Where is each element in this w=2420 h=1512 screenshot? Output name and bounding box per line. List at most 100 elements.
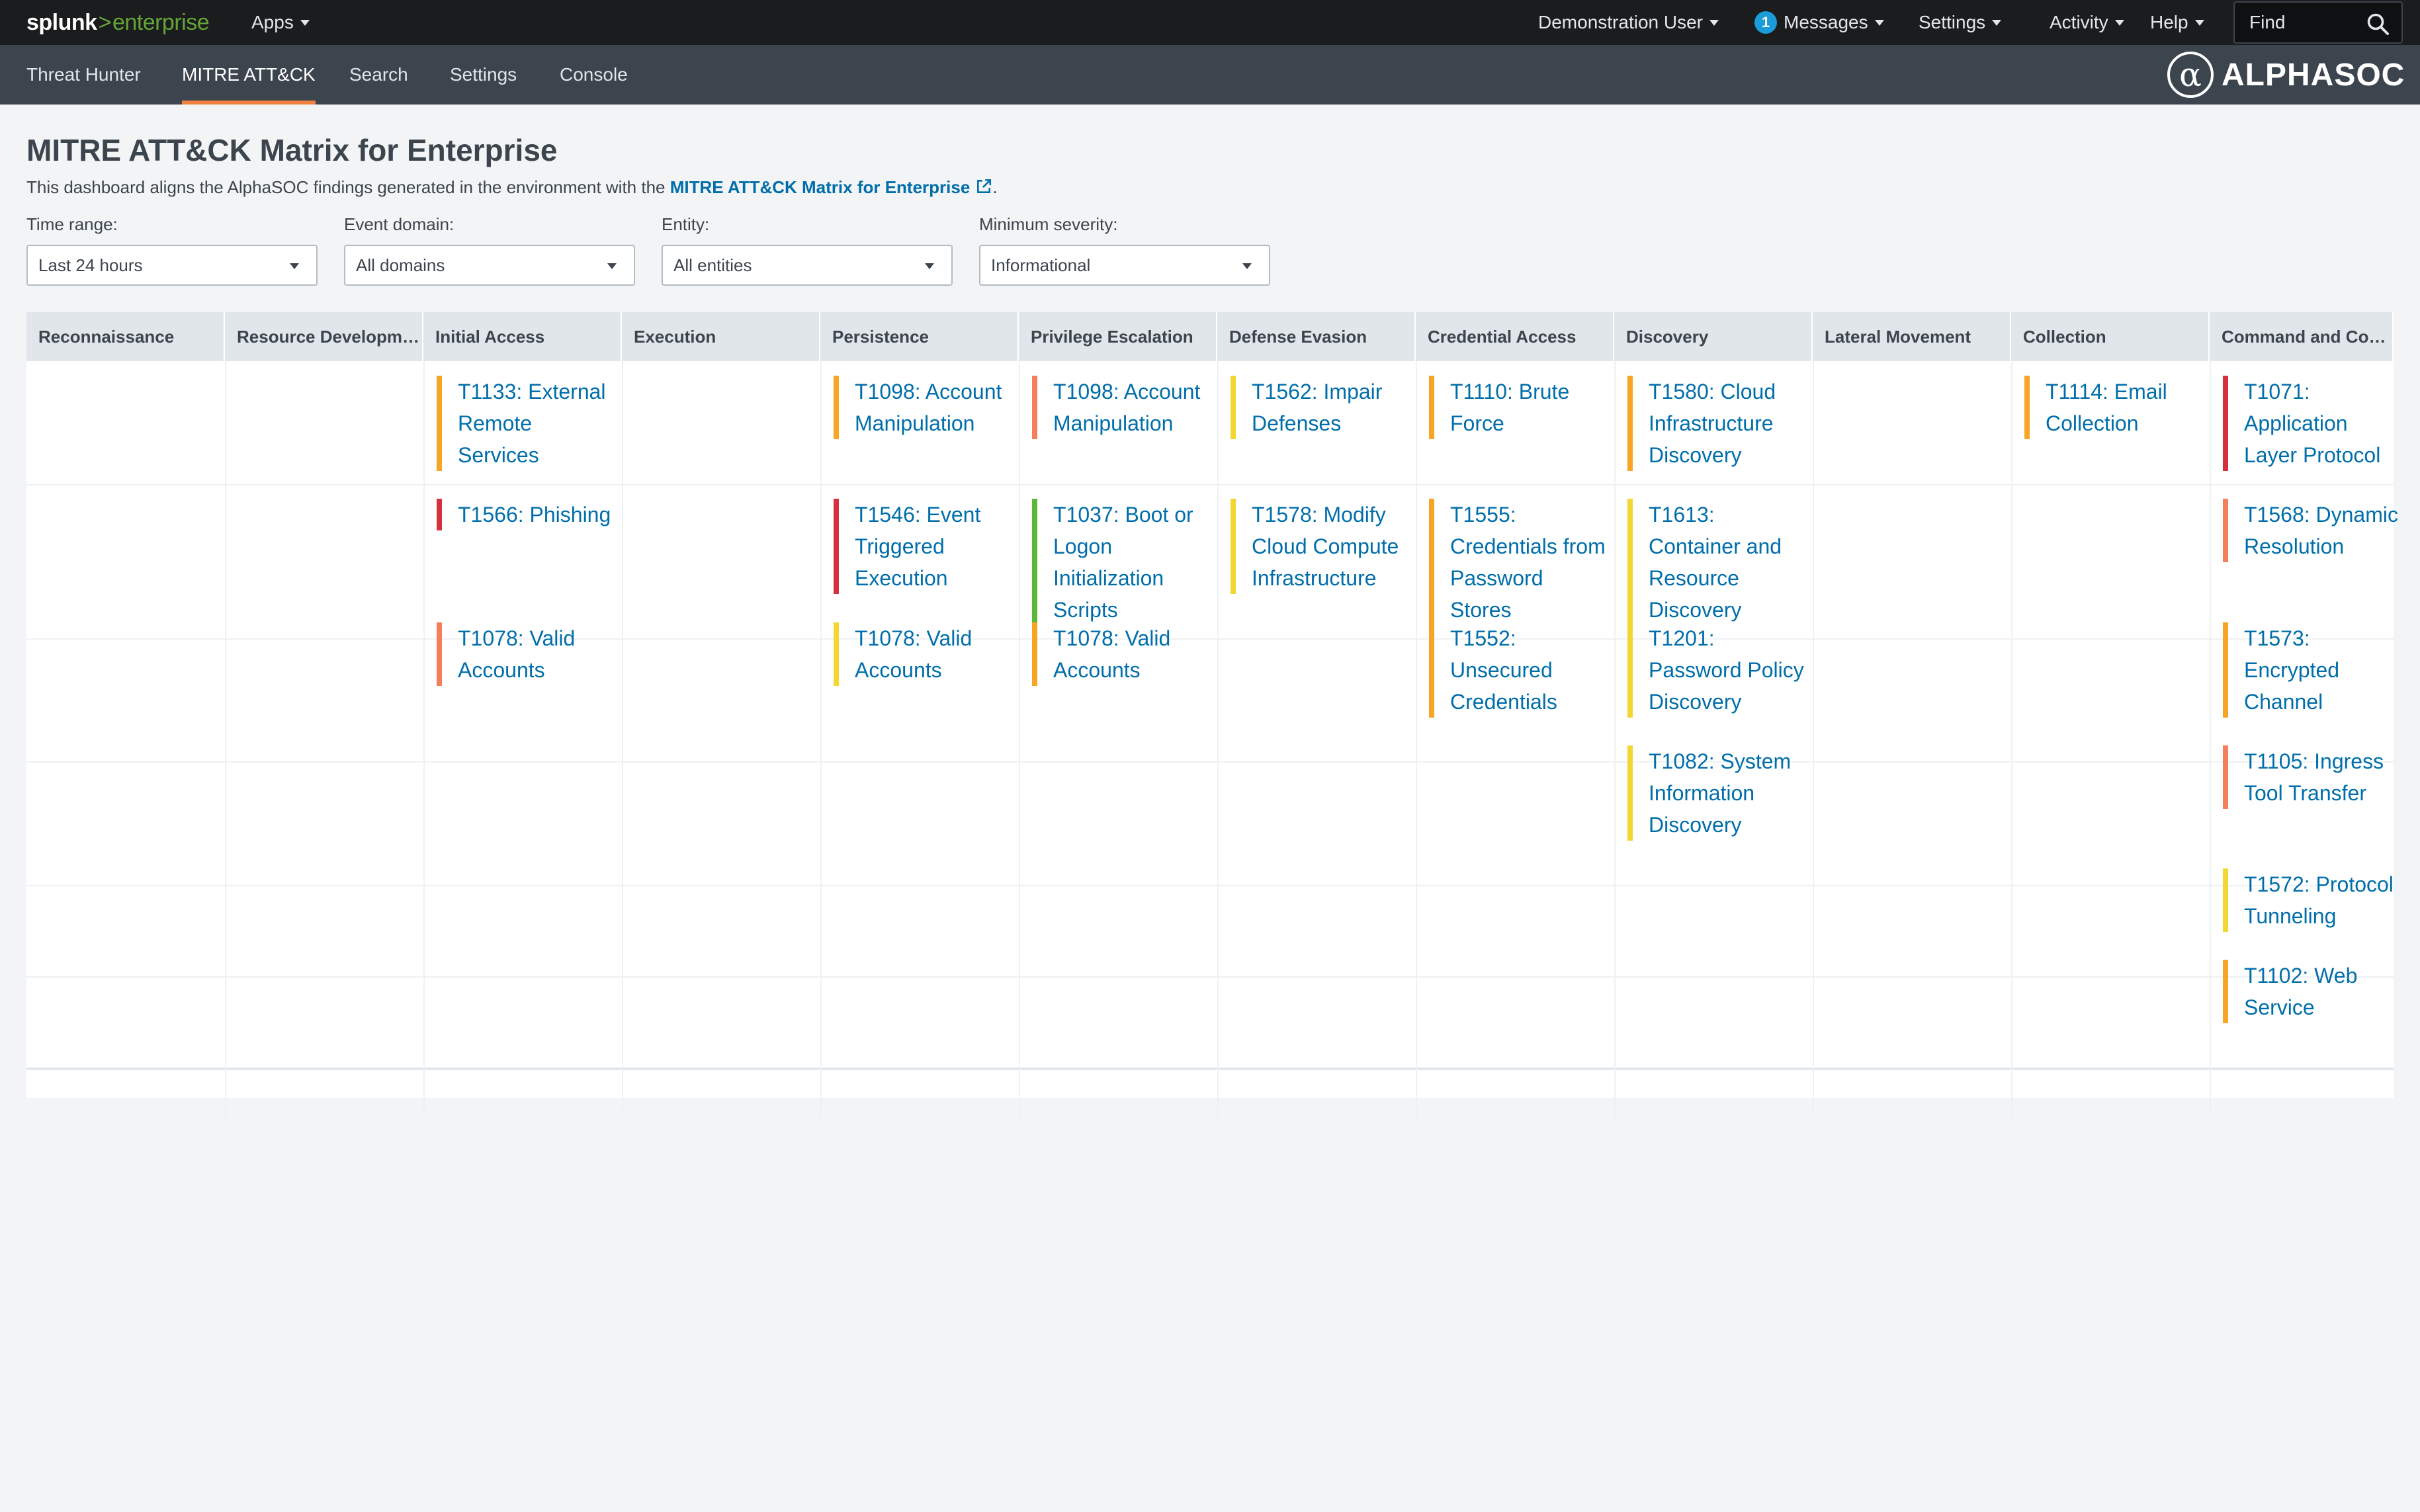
apps-menu[interactable]: Apps [251,0,310,45]
column-header: Resource Development [225,312,423,361]
splunk-logo-separator: > [98,9,112,35]
alphasoc-wordmark: ALPHASOC [2222,57,2405,93]
chevron-down-icon [1992,19,2002,26]
technique-link[interactable]: T1573: Encrypted Channel [2223,622,2401,718]
chevron-down-icon [2114,19,2124,26]
technique-link[interactable]: T1578: Modify Cloud Compute Infrastructu… [1231,499,1409,594]
alphasoc-logo: α ALPHASOC [2167,45,2405,105]
technique-link[interactable]: T1552: Unsecured Credentials [1429,622,1608,718]
technique-link[interactable]: T1102: Web Service [2223,960,2401,1023]
column-header: Discovery [1614,312,1813,361]
messages-count-badge: 1 [1754,11,1777,34]
column-divider [820,361,822,1118]
chevron-down-icon [607,263,617,269]
min-severity-label: Minimum severity: [979,214,1118,234]
user-menu[interactable]: Demonstration User [1538,0,1719,45]
min-severity-input: Minimum severity: Informational [979,214,1270,286]
mitre-matrix-table: Reconnaissance Resource Development Initia… [26,312,2398,1118]
time-range-label: Time range: [26,214,118,234]
tab-threat-hunter[interactable]: Threat Hunter [26,45,141,105]
user-menu-label: Demonstration User [1538,12,1703,32]
technique-link[interactable]: T1546: Event Triggered Execution [834,499,1012,594]
technique-link[interactable]: T1098: Account Manipulation [834,376,1012,439]
tab-search[interactable]: Search [349,45,408,105]
technique-link[interactable]: T1071: Application Layer Protocol [2223,376,2401,471]
technique-link[interactable]: T1078: Valid Accounts [437,622,615,686]
find-placeholder: Find [2249,12,2286,32]
column-header: Defense Evasion [1217,312,1416,361]
apps-menu-label: Apps [251,12,294,32]
description-suffix: . [992,177,998,197]
column-header: Command and Control [2210,312,2394,361]
help-menu[interactable]: Help [2150,0,2204,45]
entity-dropdown[interactable]: All entities [662,245,953,286]
technique-link[interactable]: T1580: Cloud Infrastructure Discovery [1627,376,1806,471]
matrix-bottom-border [26,1068,2394,1070]
chevron-down-icon [290,263,299,269]
technique-link[interactable]: T1082: System Information Discovery [1627,745,1806,841]
technique-link[interactable]: T1572: Protocol Tunneling [2223,868,2401,932]
page-title: MITRE ATT&CK Matrix for Enterprise [26,133,558,167]
technique-link[interactable]: T1201: Password Policy Discovery [1627,622,1806,718]
alpha-icon: α [2167,52,2214,98]
settings-menu[interactable]: Settings [1919,0,2002,45]
event-domain-dropdown[interactable]: All domains [344,245,635,286]
splunk-logo[interactable]: splunk > enterprise [26,0,210,45]
tab-settings[interactable]: Settings [450,45,517,105]
entity-label: Entity: [662,214,710,234]
column-header: Execution [622,312,820,361]
column-header: Collection [2011,312,2210,361]
column-header: Privilege Escalation [1019,312,1217,361]
time-range-input: Time range: Last 24 hours [26,214,318,286]
technique-link[interactable]: T1105: Ingress Tool Transfer [2223,745,2401,809]
technique-link[interactable]: T1568: Dynamic Resolution [2223,499,2401,562]
settings-menu-label: Settings [1919,12,1986,32]
technique-link[interactable]: T1613: Container and Resource Discovery [1627,499,1806,626]
event-domain-value: All domains [356,255,445,275]
time-range-dropdown[interactable]: Last 24 hours [26,245,318,286]
splunk-logo-brand: splunk [26,9,97,35]
activity-menu[interactable]: Activity [2050,0,2124,45]
column-divider [2011,361,2012,1118]
app-nav-bar: Threat Hunter MITRE ATT&CK Search Settin… [0,45,2420,105]
column-divider [423,361,425,1118]
row-divider [26,976,2394,978]
activity-menu-label: Activity [2050,12,2108,32]
messages-menu-label: Messages [1784,12,1868,32]
technique-link[interactable]: T1098: Account Manipulation [1032,376,1211,439]
technique-link[interactable]: T1562: Impair Defenses [1231,376,1409,439]
column-divider [225,361,226,1118]
page-description: This dashboard aligns the AlphaSOC findi… [26,177,998,198]
technique-link[interactable]: T1133: External Remote Services [437,376,615,471]
find-input[interactable]: Find [2233,1,2403,44]
event-domain-label: Event domain: [344,214,454,234]
matrix-header-row: Reconnaissance Resource Development Initia… [26,312,2394,361]
help-menu-label: Help [2150,12,2188,32]
chevron-down-icon [1242,263,1252,269]
technique-link[interactable]: T1566: Phishing [437,499,615,530]
technique-link[interactable]: T1078: Valid Accounts [1032,622,1211,686]
messages-menu[interactable]: 1 Messages [1754,0,1884,45]
search-icon[interactable] [2366,12,2390,36]
external-link-icon [977,179,992,193]
tab-mitre-attack[interactable]: MITRE ATT&CK [182,45,316,105]
chevron-down-icon [925,263,934,269]
chevron-down-icon [2194,19,2204,26]
row-divider [26,885,2394,886]
technique-link[interactable]: T1037: Boot or Logon Initialization Scri… [1032,499,1211,626]
mitre-matrix-link[interactable]: MITRE ATT&CK Matrix for Enterprise [670,177,993,197]
min-severity-dropdown[interactable]: Informational [979,245,1270,286]
tab-console[interactable]: Console [560,45,628,105]
technique-link[interactable]: T1114: Email Collection [2024,376,2203,439]
column-header: Initial Access [423,312,622,361]
column-divider [1614,361,1616,1118]
column-divider [622,361,623,1118]
row-divider [26,484,2394,485]
column-divider [2210,361,2211,1118]
column-divider [1019,361,1020,1118]
technique-link[interactable]: T1078: Valid Accounts [834,622,1012,686]
row-divider [26,761,2394,763]
technique-link[interactable]: T1110: Brute Force [1429,376,1608,439]
mitre-matrix-link-text: MITRE ATT&CK Matrix for Enterprise [670,177,971,197]
technique-link[interactable]: T1555: Credentials from Password Stores [1429,499,1608,626]
